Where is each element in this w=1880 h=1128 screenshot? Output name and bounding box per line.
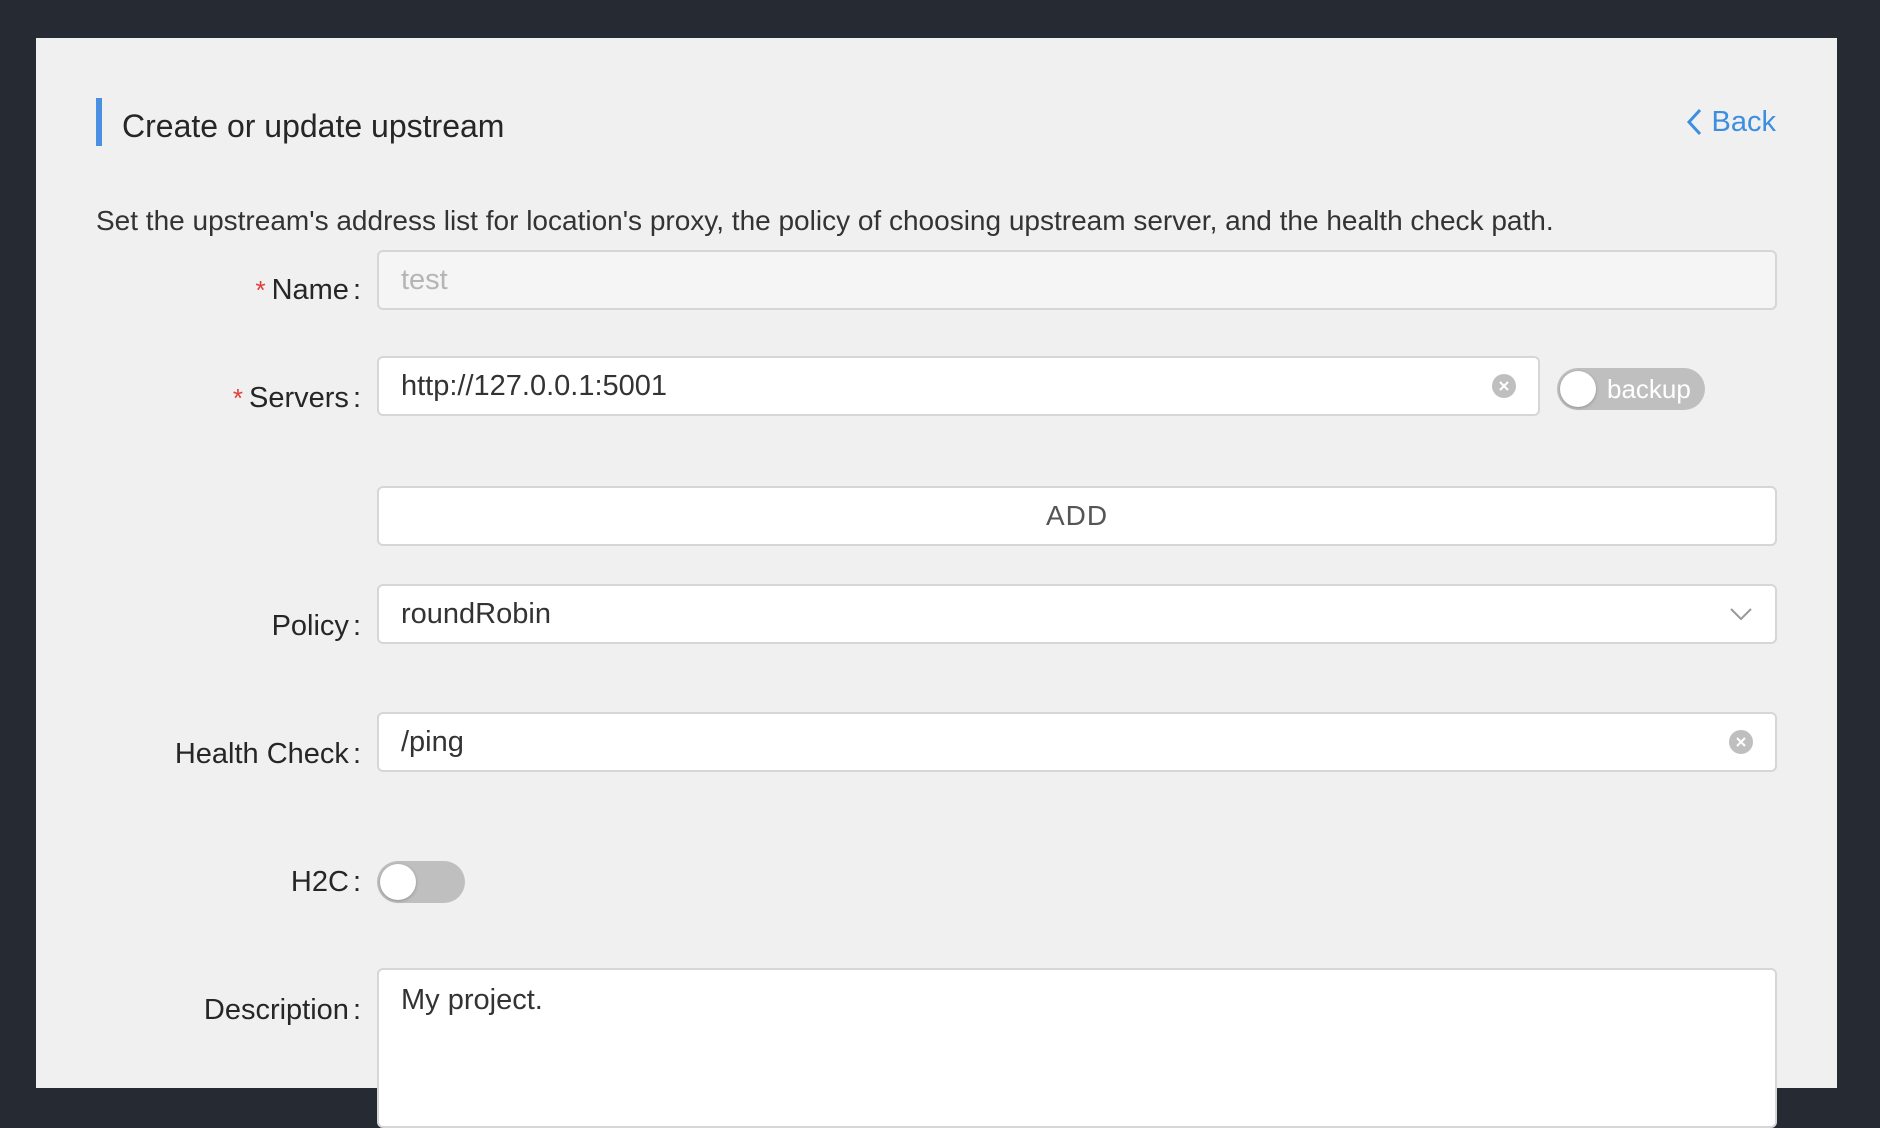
policy-value: roundRobin xyxy=(401,597,551,630)
page-title: Create or update upstream xyxy=(122,108,505,144)
h2c-toggle[interactable] xyxy=(377,861,465,903)
back-label: Back xyxy=(1711,106,1776,138)
health-check-value: /ping xyxy=(401,725,464,758)
health-check-input[interactable]: /ping xyxy=(377,712,1777,772)
page-header: Create or update upstream Back xyxy=(96,98,1776,146)
description-textarea[interactable]: My project. xyxy=(377,968,1777,1128)
policy-select[interactable]: roundRobin xyxy=(377,584,1777,644)
servers-label: * Servers: xyxy=(232,382,361,414)
backup-toggle[interactable]: backup xyxy=(1557,368,1705,410)
toggle-knob xyxy=(380,864,416,900)
server-address-input[interactable]: http://127.0.0.1:5001 xyxy=(377,356,1540,416)
add-server-button[interactable]: ADD xyxy=(377,486,1777,546)
name-value: test xyxy=(401,263,448,296)
clear-icon[interactable] xyxy=(1729,730,1753,754)
policy-label: Policy: xyxy=(271,610,361,642)
chevron-down-icon xyxy=(1730,608,1752,621)
name-label: * Name: xyxy=(255,274,361,306)
upstream-form-card: Create or update upstream Back Set the u… xyxy=(36,38,1837,1128)
description-label: Description: xyxy=(203,994,361,1026)
required-star: * xyxy=(255,275,266,305)
toggle-knob xyxy=(1560,371,1596,407)
name-input[interactable]: test xyxy=(377,250,1777,310)
back-link[interactable]: Back xyxy=(1684,104,1776,140)
required-star: * xyxy=(232,383,244,413)
backup-toggle-label: backup xyxy=(1607,374,1691,404)
health-check-label: Health Check: xyxy=(174,738,361,770)
page-description: Set the upstream's address list for loca… xyxy=(96,205,1554,236)
title-accent-bar xyxy=(96,98,102,146)
server-address-value: http://127.0.0.1:5001 xyxy=(401,369,668,402)
clear-icon[interactable] xyxy=(1492,374,1516,398)
chevron-left-icon xyxy=(1686,108,1701,136)
h2c-label: H2C: xyxy=(290,866,361,898)
